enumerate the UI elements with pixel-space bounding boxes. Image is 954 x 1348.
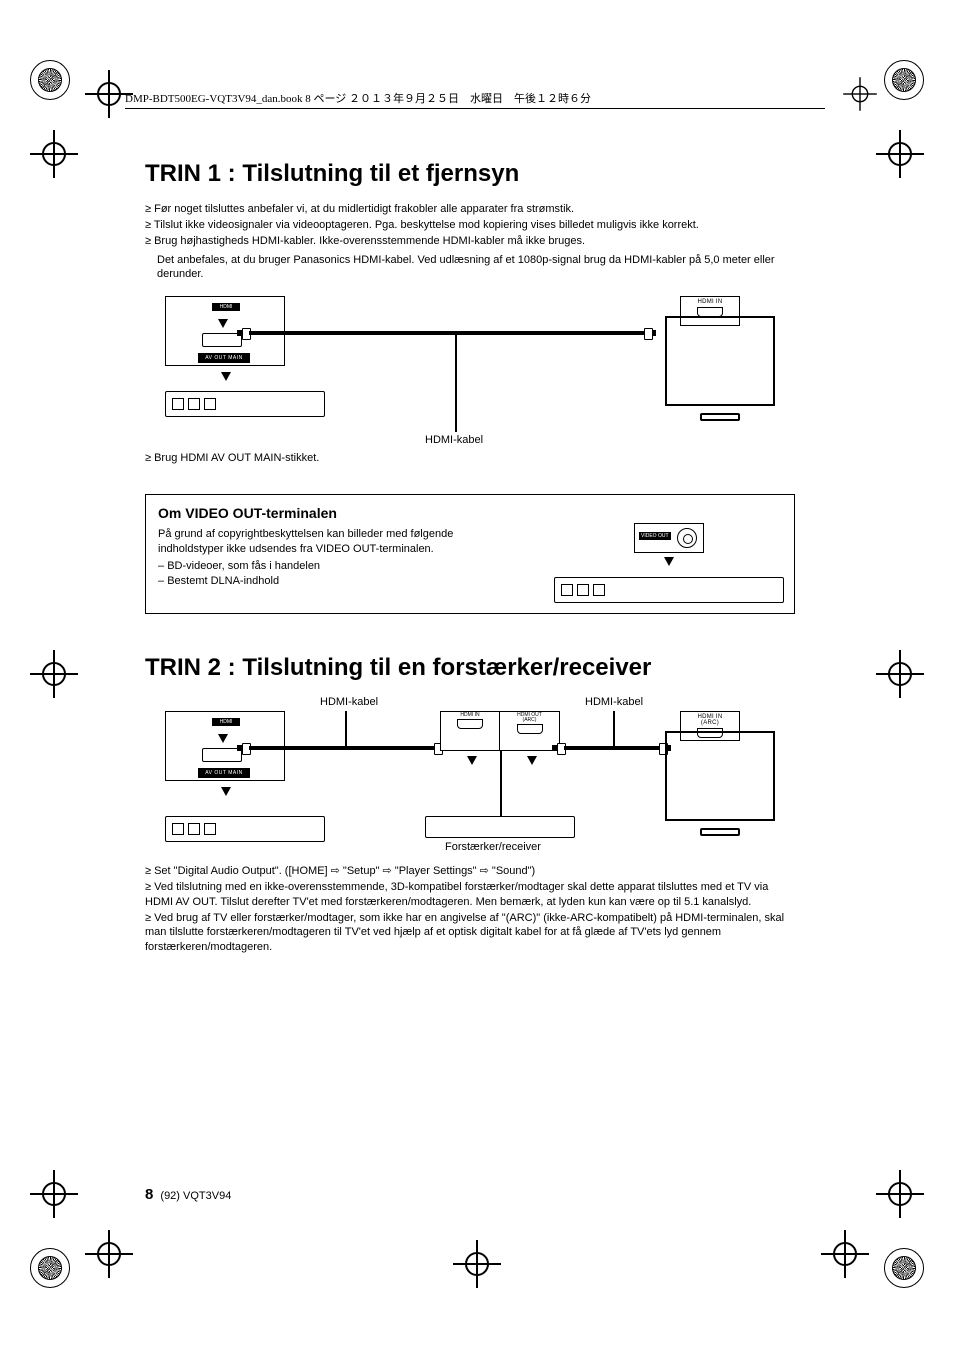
page-number: 8 [145,1186,153,1203]
list-item: Ved tilslutning med en ikke-overensstemm… [145,880,795,910]
book-header: DMP-BDT500EG-VQT3V94_dan.book 8 ページ ２０１３… [125,90,825,109]
amp-body-icon [425,816,575,838]
hdmi-logo-icon: HDMI [212,718,240,726]
hdmi-cable-icon [249,746,434,750]
doc-code: (92) VQT3V94 [160,1190,231,1202]
list-item: Set "Digital Audio Output". ([HOME] ⇨ "S… [145,864,795,879]
trin1-note: Det anbefales, at du bruger Panasonics H… [157,253,795,283]
cable-caption: HDMI-kabel [425,434,483,446]
trin2-bullets: Set "Digital Audio Output". ([HOME] ⇨ "S… [145,864,795,955]
hdmi-out-arc-text: HDMI OUT (ARC) [500,712,559,723]
hdmi-port-icon [517,724,543,734]
print-target-icon [30,1248,70,1288]
hdmi-port-icon [457,719,483,729]
video-out-terminal-icon: VIDEO OUT [634,523,704,553]
av-out-main-label: AV OUT MAIN [198,768,250,778]
list-item: Brug HDMI AV OUT MAIN-stikket. [145,451,795,466]
list-item: Brug højhastigheds HDMI-kabler. Ikke-ove… [145,234,795,249]
cable-plug-icon [237,742,249,754]
video-out-box: Om VIDEO OUT-terminalen På grund af copy… [145,494,795,614]
section-title-trin2: TRIN 2 : Tilslutning til en forstærker/r… [145,654,795,682]
video-out-label: VIDEO OUT [639,532,671,540]
video-out-device-icon: VIDEO OUT [554,523,784,603]
cable-plug-icon [552,742,564,754]
caption-pointer-line [455,334,457,432]
player-body-icon [554,577,784,603]
cable-plug-icon [644,327,656,339]
crosshair-icon [30,650,78,698]
arrow-down-icon [218,319,228,328]
player-icon: HDMI AV OUT MAIN [165,711,325,846]
arrow-down-icon [221,787,231,796]
print-target-icon [30,60,70,100]
list-item: Tilslut ikke videosignaler via videoopta… [145,218,795,233]
crosshair-icon [30,1170,78,1218]
amp-ports-icon: HDMI IN HDMI OUT (ARC) [440,711,560,751]
player-body-icon [165,391,325,417]
list-item: Før noget tilsluttes anbefaler vi, at du… [145,202,795,217]
section-title-trin1: TRIN 1 : Tilslutning til et fjernsyn [145,160,795,188]
crosshair-icon [821,1230,869,1278]
hdmi-in-arc-text: HDMI IN (ARC) [681,714,739,726]
crosshair-icon [876,130,924,178]
arrow-down-icon [467,756,477,765]
hdmi-in-text: HDMI IN [441,712,499,718]
rear-jacks-icon [172,398,216,410]
hdmi-port-icon [202,333,242,347]
connection-diagram-amp: HDMI-kabel HDMI-kabel HDMI AV OUT MAIN H… [145,696,795,846]
hdmi-in-text: HDMI IN [681,299,739,305]
list-item: Ved brug af TV eller forstærker/modtager… [145,911,795,956]
crosshair-icon [876,1170,924,1218]
page-footer: 8 (92) VQT3V94 [145,1186,231,1203]
hdmi-cable-icon [249,331,644,335]
cable-caption: HDMI-kabel [320,696,378,708]
video-out-body: På grund af copyrightbeskyttelsen kan bi… [158,527,518,557]
cable-plug-icon [237,327,249,339]
tv-icon: HDMI IN [665,296,775,421]
crosshair-icon [843,77,877,111]
caption-pointer-line [345,711,347,746]
crosshair-icon [876,650,924,698]
arrow-down-icon [221,372,231,381]
arrow-down-icon [664,557,674,566]
crosshair-icon [30,130,78,178]
tv-icon: HDMI IN (ARC) [665,711,775,836]
hdmi-logo-icon: HDMI [212,303,240,311]
av-out-main-label: AV OUT MAIN [198,353,250,363]
trin1-bullets: Før noget tilsluttes anbefaler vi, at du… [145,202,795,249]
trin1-post-bullets: Brug HDMI AV OUT MAIN-stikket. [145,451,795,466]
caption-pointer-line [613,711,615,746]
rca-jack-icon [677,528,697,548]
rear-jacks-icon [561,584,605,596]
rear-jacks-icon [172,823,216,835]
arrow-down-icon [218,734,228,743]
hdmi-cable-icon [564,746,659,750]
connection-diagram-tv: HDMI AV OUT MAIN HDMI IN HDMI-kab [145,296,795,431]
hdmi-port-icon [202,748,242,762]
amp-caption: Forstærker/receiver [445,841,541,853]
pointer-line [500,751,502,816]
arrow-down-icon [527,756,537,765]
print-target-icon [884,60,924,100]
crosshair-icon [453,1240,501,1288]
player-icon: HDMI AV OUT MAIN [165,296,325,431]
video-out-title: Om VIDEO OUT-terminalen [158,505,782,521]
crosshair-icon [85,1230,133,1278]
player-body-icon [165,816,325,842]
print-target-icon [884,1248,924,1288]
cable-caption: HDMI-kabel [585,696,643,708]
